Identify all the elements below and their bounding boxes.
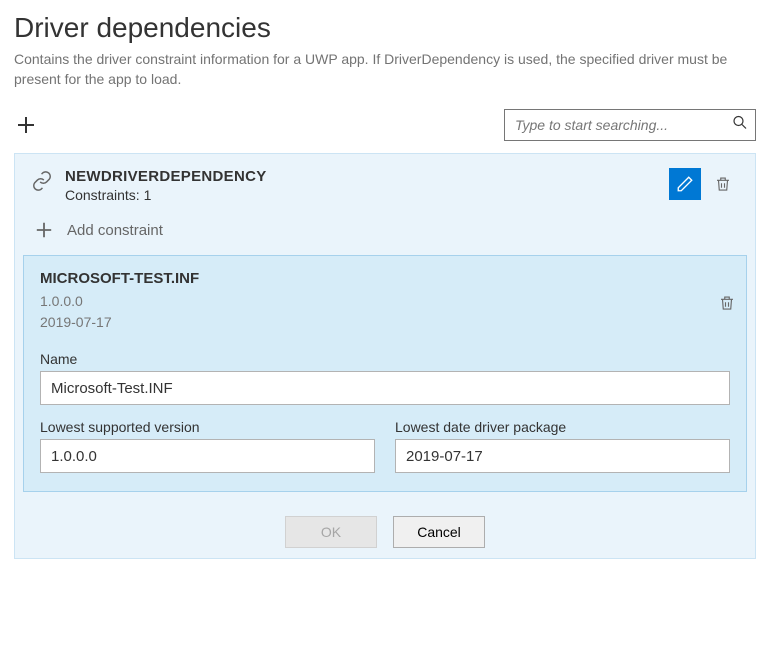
plus-icon [16, 115, 36, 135]
constraint-date-meta: 2019-07-17 [40, 312, 730, 333]
add-dependency-button[interactable] [14, 113, 38, 137]
constraint-version-meta: 1.0.0.0 [40, 291, 730, 312]
cancel-button[interactable]: Cancel [393, 516, 485, 548]
trash-icon [718, 294, 736, 312]
dialog-buttons: OK Cancel [15, 502, 755, 558]
constraint-card: MICROSOFT-TEST.INF 1.0.0.0 2019-07-17 Na… [23, 255, 747, 492]
name-label: Name [40, 351, 730, 367]
link-icon [31, 170, 53, 197]
edit-dependency-button[interactable] [669, 168, 701, 200]
dependency-constraints-count: Constraints: 1 [65, 187, 657, 203]
dependency-card: NEWDRIVERDEPENDENCY Constraints: 1 Add c… [14, 153, 756, 559]
ok-button[interactable]: OK [285, 516, 377, 548]
constraint-title: MICROSOFT-TEST.INF [40, 270, 730, 287]
search-container [504, 109, 756, 141]
date-label: Lowest date driver package [395, 419, 730, 435]
pencil-icon [676, 175, 694, 193]
page-description: Contains the driver constraint informati… [14, 50, 756, 89]
name-input[interactable] [40, 371, 730, 405]
version-input[interactable] [40, 439, 375, 473]
add-constraint-label: Add constraint [67, 222, 163, 239]
search-input[interactable] [504, 109, 756, 141]
version-label: Lowest supported version [40, 419, 375, 435]
delete-dependency-button[interactable] [707, 168, 739, 200]
plus-icon [35, 221, 53, 239]
page-title: Driver dependencies [14, 12, 756, 44]
dependency-title: NEWDRIVERDEPENDENCY [65, 168, 657, 185]
search-icon [732, 115, 748, 136]
dependency-header: NEWDRIVERDEPENDENCY Constraints: 1 [15, 154, 755, 213]
delete-constraint-button[interactable] [718, 294, 736, 317]
trash-icon [714, 175, 732, 193]
add-constraint-button[interactable]: Add constraint [15, 213, 755, 255]
toolbar [14, 109, 756, 141]
date-input[interactable] [395, 439, 730, 473]
